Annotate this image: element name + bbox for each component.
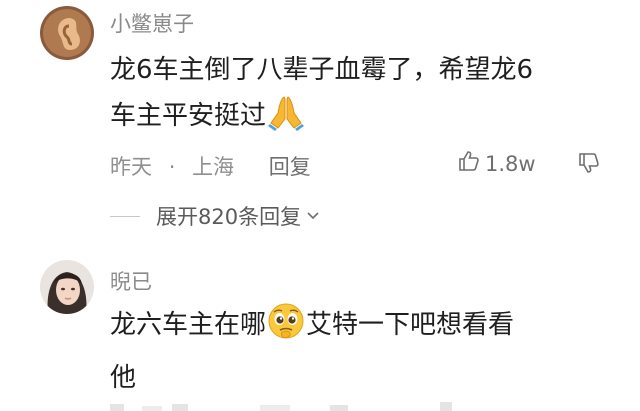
divider-dash <box>110 215 140 217</box>
avatar[interactable] <box>40 260 94 314</box>
comment-meta: 昨天 · 上海 回复 <box>110 151 311 181</box>
cut-off-content <box>110 397 490 411</box>
comment-text-line: 他 <box>110 363 137 393</box>
comment-text: 龙六车主在哪 艾特一下吧想看看 他 <box>110 302 615 401</box>
pleading-face-emoji-icon <box>266 302 306 355</box>
username[interactable]: 小鳖崽子 <box>110 8 194 38</box>
comment-text-line2: 车主平安挺过 <box>110 101 267 131</box>
comment-text-line: 车主平安挺过 <box>110 93 615 146</box>
comment-location: 上海 <box>192 155 235 179</box>
username[interactable]: 晲已 <box>110 266 152 296</box>
reply-button[interactable]: 回复 <box>269 155 311 179</box>
comment-time: 昨天 <box>110 155 152 179</box>
meta-separator: · <box>168 155 176 179</box>
dislike-button[interactable] <box>577 151 601 179</box>
folded-hands-emoji-icon <box>266 93 306 146</box>
avatar[interactable] <box>40 6 94 60</box>
like-button[interactable]: 1.8w <box>457 149 536 178</box>
comment-text-part1: 龙六车主在哪 <box>110 310 267 340</box>
expand-replies-label: 展开820条回复 <box>156 205 302 229</box>
chevron-down-icon <box>305 204 321 228</box>
expand-replies-button[interactable]: 展开820条回复 <box>110 201 321 231</box>
thumbs-up-icon <box>457 149 481 178</box>
thumbs-down-icon <box>577 153 601 179</box>
comment-text-line: 龙6车主倒了八辈子血霉了，希望龙6 <box>110 55 534 85</box>
comment-text-line: 龙六车主在哪 艾特一下吧想看看 <box>110 302 615 355</box>
comment-text: 龙6车主倒了八辈子血霉了，希望龙6 车主平安挺过 <box>110 47 615 146</box>
comment-text-part2: 艾特一下吧想看看 <box>306 310 515 340</box>
like-count: 1.8w <box>485 151 536 176</box>
